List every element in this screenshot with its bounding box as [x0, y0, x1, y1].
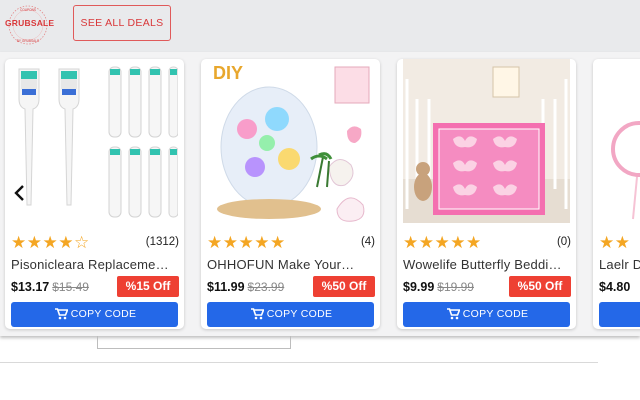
cart-icon: [55, 308, 68, 320]
product-image-dreamcatcher[interactable]: [599, 59, 640, 223]
copy-code-label: COPY CODE: [70, 308, 137, 320]
price-row: $13.17 $15.49: [11, 280, 89, 294]
page-divider: [0, 362, 598, 363]
current-price: $4.80: [599, 280, 631, 294]
stars: ★★★★☆: [11, 233, 90, 252]
copy-code-label: COPY CODE: [266, 308, 333, 320]
price-row: $11.99 $23.99: [207, 280, 284, 294]
product-title[interactable]: Wowelife Butterfly Beddi…: [403, 257, 571, 272]
current-price: $11.99: [207, 280, 245, 294]
copy-code-button[interactable]: COPY CODE: [11, 302, 178, 327]
product-title[interactable]: OHHOFUN Make Your…: [207, 257, 375, 272]
price-row: $9.99 $19.99: [403, 280, 474, 294]
copy-code-button[interactable]: [599, 302, 640, 327]
discount-badge: %50 Off: [509, 276, 571, 297]
star-rating: ★★★★★ (0): [403, 234, 571, 252]
stars: ★★★★★: [207, 233, 286, 252]
stars: ★★: [599, 233, 631, 252]
top-bar: COUPONS BY GRUBSALE GRUBSALE SEE ALL DEA…: [0, 0, 640, 52]
svg-text:COUPONS: COUPONS: [20, 8, 36, 12]
star-rating: ★★★★★ (4): [207, 234, 375, 252]
see-all-deals-button[interactable]: SEE ALL DEALS: [73, 5, 171, 41]
product-card[interactable]: DIY ★★★★★ (4) OHHOFUN Make Your… $11.99 $…: [201, 59, 380, 329]
star-rating: ★★: [599, 234, 640, 252]
product-card[interactable]: ★★★★★ (0) Wowelife Butterfly Beddi… $9.9…: [397, 59, 576, 329]
discount-badge: %15 Off: [117, 276, 179, 297]
page-form-box: [97, 336, 291, 349]
current-price: $13.17: [11, 280, 50, 294]
logo-text: GRUBSALE: [5, 18, 55, 28]
review-count: (4): [360, 236, 375, 248]
current-price: $9.99: [403, 280, 435, 294]
chevron-left-icon[interactable]: [10, 183, 30, 203]
deals-carousel: ★★★★☆ (1312) Pisonicleara Replaceme… $13…: [0, 52, 640, 336]
copy-code-button[interactable]: COPY CODE: [403, 302, 570, 327]
product-title[interactable]: Pisonicleara Replaceme…: [11, 257, 179, 272]
old-price: $19.99: [437, 280, 474, 294]
star-rating: ★★★★☆ (1312): [11, 234, 179, 252]
cart-icon: [447, 308, 460, 320]
product-image-unicorn-night-light[interactable]: DIY: [207, 59, 374, 223]
product-image-butterfly-crib-bedding[interactable]: [403, 59, 570, 223]
grubsale-logo[interactable]: COUPONS BY GRUBSALE GRUBSALE: [5, 4, 55, 46]
cart-icon: [251, 308, 264, 320]
discount-badge: %50 Off: [313, 276, 375, 297]
old-price: $23.99: [247, 280, 285, 294]
old-price: $15.49: [52, 280, 89, 294]
product-card[interactable]: ★★ Laelr D… $4.80: [593, 59, 640, 329]
copy-code-button[interactable]: COPY CODE: [207, 302, 374, 327]
svg-text:DIY: DIY: [213, 63, 243, 83]
product-title[interactable]: Laelr D…: [599, 257, 640, 272]
product-image-toothbrush-heads[interactable]: [11, 59, 179, 223]
svg-text:BY GRUBSALE: BY GRUBSALE: [17, 39, 39, 43]
review-count: (1312): [145, 236, 179, 248]
product-card[interactable]: ★★★★☆ (1312) Pisonicleara Replaceme… $13…: [5, 59, 184, 329]
stars: ★★★★★: [403, 233, 482, 252]
copy-code-label: COPY CODE: [462, 308, 529, 320]
price-row: $4.80: [599, 280, 630, 294]
review-count: (0): [556, 236, 571, 248]
